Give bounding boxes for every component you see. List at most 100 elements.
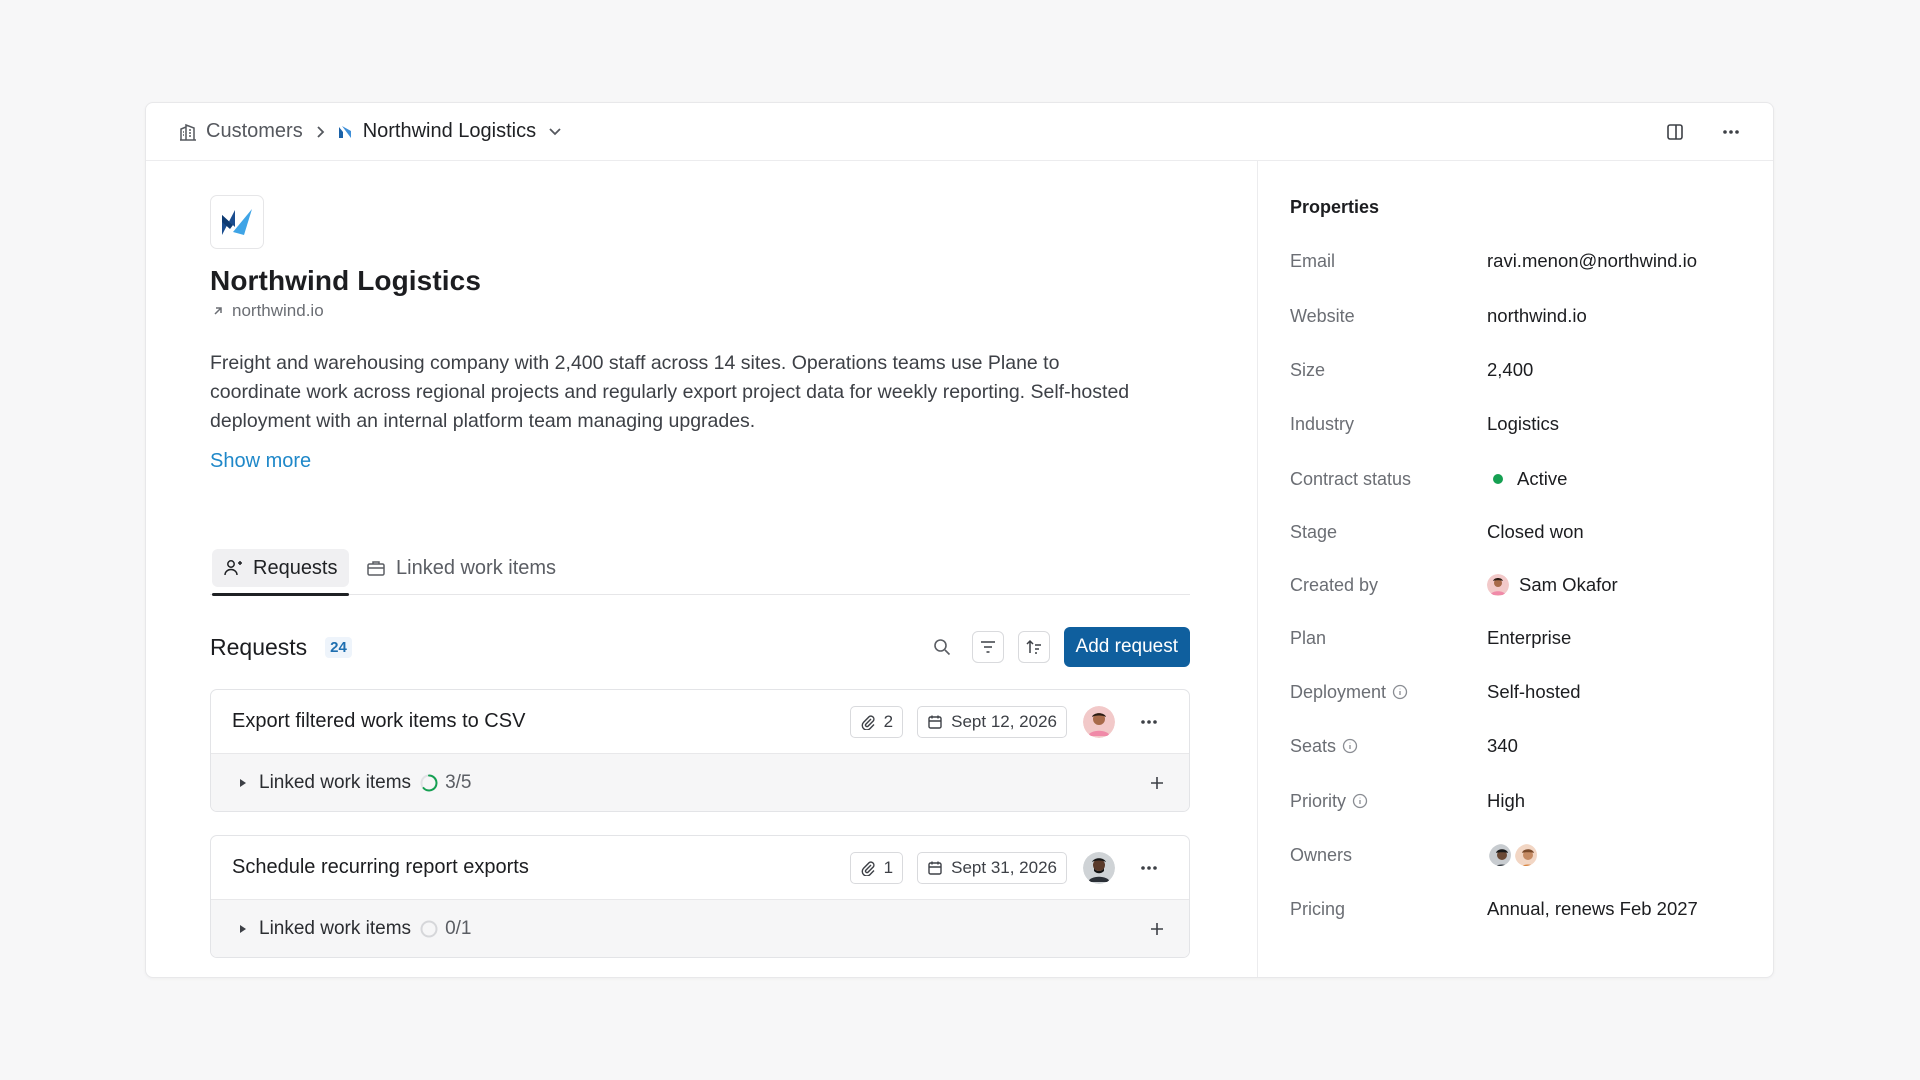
company-logo-icon xyxy=(337,124,353,140)
requests-count-badge: 24 xyxy=(325,636,352,658)
avatar xyxy=(1513,842,1539,868)
company-domain: northwind.io xyxy=(232,301,324,320)
properties-title: Properties xyxy=(1290,197,1380,217)
property-stage: Stage Closed won xyxy=(1290,517,1753,547)
progress-ring-icon xyxy=(419,919,439,939)
tab-linked-work-items-label: Linked work items xyxy=(396,556,557,579)
property-value[interactable]: Sam Okafor xyxy=(1487,574,1618,596)
property-deployment: Deployment Self-hosted xyxy=(1290,677,1753,707)
show-more-link[interactable]: Show more xyxy=(210,450,311,473)
property-label: Size xyxy=(1290,359,1326,380)
linked-progress-text: 3/5 xyxy=(445,771,472,793)
briefcase-icon xyxy=(366,558,386,578)
property-plan: Plan Enterprise xyxy=(1290,623,1753,653)
tab-bar: Requests Linked work items xyxy=(210,541,1190,596)
due-date-chip[interactable]: Sept 12, 2026 xyxy=(917,706,1067,738)
linked-work-items-label: Linked work items xyxy=(259,917,412,939)
attachments-count: 1 xyxy=(883,858,894,877)
caret-right-icon[interactable] xyxy=(239,924,247,934)
more-options-icon[interactable] xyxy=(1129,719,1169,725)
property-label-text: Priority xyxy=(1290,790,1347,811)
info-icon[interactable] xyxy=(1342,738,1358,754)
owners-avatars[interactable] xyxy=(1487,842,1539,868)
plus-icon[interactable] xyxy=(1149,900,1165,957)
caret-right-icon[interactable] xyxy=(239,778,247,788)
property-label: Deployment xyxy=(1290,682,1487,703)
main-content: Northwind Logistics northwind.io Freight… xyxy=(146,161,1257,977)
breadcrumb-customers-link[interactable]: Customers xyxy=(206,120,303,143)
panel-right-icon[interactable] xyxy=(1659,116,1691,148)
property-industry: Industry Logistics xyxy=(1290,409,1753,439)
request-row[interactable]: Export filtered work items to CSV 2 Sept… xyxy=(211,690,1189,754)
property-label: Plan xyxy=(1290,627,1327,648)
creator-name: Sam Okafor xyxy=(1519,574,1618,595)
attachments-chip[interactable]: 1 xyxy=(849,852,904,884)
search-icon[interactable] xyxy=(926,631,958,663)
tab-linked-work-items[interactable]: Linked work items xyxy=(355,541,567,595)
avatar xyxy=(1487,574,1509,596)
breadcrumb-current[interactable]: Northwind Logistics xyxy=(363,120,536,143)
property-value[interactable]: 2,400 xyxy=(1487,359,1533,381)
property-contract-status: Contract status Active xyxy=(1290,464,1753,494)
property-value[interactable]: High xyxy=(1487,790,1525,812)
property-label: Seats xyxy=(1290,736,1487,757)
calendar-icon xyxy=(927,714,943,730)
property-size: Size 2,400 xyxy=(1290,355,1753,385)
property-value[interactable]: ravi.menon@northwind.io xyxy=(1487,250,1697,272)
assignee-avatar[interactable] xyxy=(1083,852,1115,884)
property-created-by: Created by Sam Okafor xyxy=(1290,570,1753,600)
tab-requests-label: Requests xyxy=(253,556,338,579)
request-title[interactable]: Export filtered work items to CSV xyxy=(232,710,525,733)
property-pricing: Pricing Annual, renews Feb 2027 xyxy=(1290,894,1753,924)
customer-detail-card: Customers Northwind Logistics Northwind … xyxy=(145,102,1774,978)
info-icon[interactable] xyxy=(1352,793,1368,809)
due-date: Sept 31, 2026 xyxy=(951,858,1057,877)
property-priority: Priority High xyxy=(1290,786,1753,816)
property-label: Industry xyxy=(1290,413,1355,434)
chevron-down-icon[interactable] xyxy=(548,127,562,137)
linked-work-items-row[interactable]: Linked work items 0/1 xyxy=(211,900,1189,957)
property-label: Stage xyxy=(1290,521,1338,542)
property-value[interactable]: Logistics xyxy=(1487,413,1559,435)
more-horizontal-icon[interactable] xyxy=(1715,116,1747,148)
arrow-up-right-icon xyxy=(212,305,224,317)
assignee-avatar[interactable] xyxy=(1083,706,1115,738)
info-icon[interactable] xyxy=(1392,684,1408,700)
request-row[interactable]: Schedule recurring report exports 1 Sept… xyxy=(211,836,1189,900)
properties-panel: Properties Email ravi.menon@northwind.io… xyxy=(1257,161,1773,977)
property-value[interactable]: Enterprise xyxy=(1487,627,1571,649)
linked-progress-text: 0/1 xyxy=(445,917,472,939)
company-website-link[interactable]: northwind.io xyxy=(212,301,324,321)
property-value[interactable]: northwind.io xyxy=(1487,305,1587,327)
more-options-icon[interactable] xyxy=(1129,865,1169,871)
status-active-dot xyxy=(1493,474,1503,484)
property-value[interactable]: Self-hosted xyxy=(1487,681,1581,703)
property-label: Contract status xyxy=(1290,468,1412,489)
request-title[interactable]: Schedule recurring report exports xyxy=(232,856,529,879)
company-name: Northwind Logistics xyxy=(210,265,482,296)
property-email: Email ravi.menon@northwind.io xyxy=(1290,246,1753,276)
attachments-chip[interactable]: 2 xyxy=(849,706,904,738)
linked-progress: 0/1 xyxy=(419,918,471,940)
calendar-icon xyxy=(927,860,943,876)
attachments-count: 2 xyxy=(883,712,894,731)
linked-work-items-row[interactable]: Linked work items 3/5 xyxy=(211,754,1189,811)
plus-icon[interactable] xyxy=(1149,754,1165,811)
due-date-chip[interactable]: Sept 31, 2026 xyxy=(917,852,1067,884)
company-description: Freight and warehousing company with 2,4… xyxy=(210,352,1130,432)
property-label: Website xyxy=(1290,305,1355,326)
paperclip-icon xyxy=(860,714,876,730)
property-value[interactable]: Closed won xyxy=(1487,521,1584,543)
linked-work-items-label: Linked work items xyxy=(259,771,412,793)
paperclip-icon xyxy=(860,860,876,876)
company-logo xyxy=(210,195,264,249)
request-card: Export filtered work items to CSV 2 Sept… xyxy=(210,689,1190,812)
property-value[interactable]: 340 xyxy=(1487,735,1518,757)
property-value[interactable]: Active xyxy=(1487,468,1567,490)
filter-icon[interactable] xyxy=(971,631,1004,663)
tab-requests[interactable]: Requests xyxy=(212,541,349,596)
property-value[interactable]: Annual, renews Feb 2027 xyxy=(1487,898,1698,920)
sort-icon[interactable] xyxy=(1017,631,1050,663)
add-request-button[interactable]: Add request xyxy=(1063,627,1190,667)
avatar xyxy=(1487,842,1513,868)
